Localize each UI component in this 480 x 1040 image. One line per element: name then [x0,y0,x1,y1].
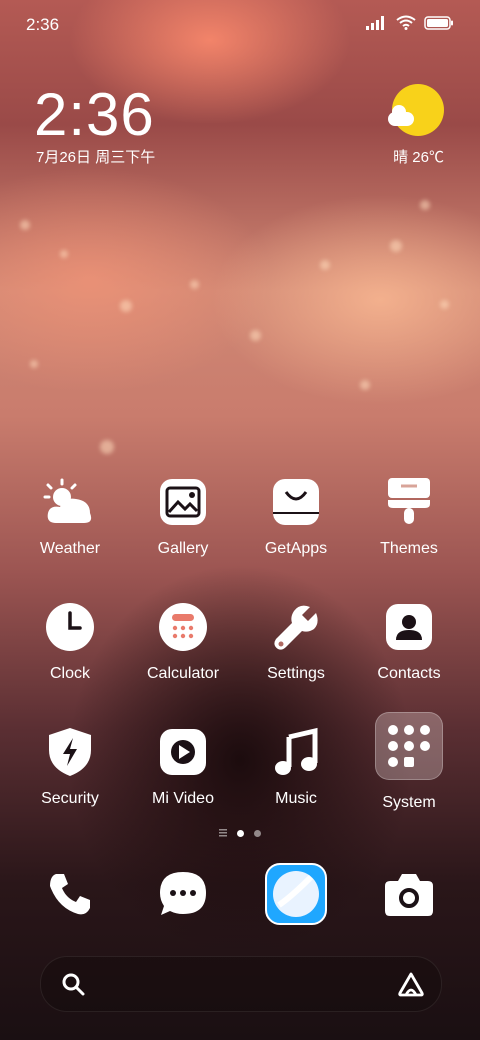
music-icon [264,720,328,784]
app-settings[interactable]: Settings [236,595,356,695]
bokeh-spark [190,280,199,289]
assistant-icon[interactable] [397,971,425,997]
dock-messages[interactable] [151,862,215,926]
app-themes[interactable]: Themes [349,470,469,570]
battery-icon [424,15,453,30]
dock-phone[interactable] [38,862,102,926]
app-label: Mi Video [152,790,214,807]
app-label: Calculator [146,665,220,682]
app-label: Gallery [157,540,209,557]
bokeh-spark [360,380,370,390]
search-bar[interactable] [40,956,442,1012]
app-label: Music [275,790,317,807]
bokeh-spark [390,240,402,252]
dock-browser[interactable] [264,862,328,926]
settings-icon [264,595,328,659]
system-folder-icon [375,712,443,780]
app-label: GetApps [264,540,328,557]
bokeh-spark [120,300,132,312]
app-label: Themes [380,540,438,557]
app-label: Security [41,790,99,807]
home-screen: 2:36 2:36 7月26日 周三下午 晴 26℃ Weather Galle… [0,0,480,1040]
status-bar: 2:36 [0,0,480,50]
app-music[interactable]: Music [236,720,356,820]
cloud-icon [388,105,414,126]
status-time: 2:36 [26,15,60,34]
search-icon[interactable] [61,972,85,996]
gallery-icon [151,470,215,534]
status-icons [366,15,454,30]
messages-icon [160,872,206,915]
clock-icon [38,595,102,659]
dock-camera[interactable] [377,862,441,926]
clock-widget-date: 7月26日 周三下午 [36,149,156,166]
bokeh-spark [100,440,114,454]
page-dot-active [237,829,244,837]
app-system-folder[interactable]: System [349,712,469,812]
weather-widget-text: 晴 26℃ [393,149,444,166]
bokeh-spark [320,260,330,270]
camera-icon [385,874,433,916]
app-gallery[interactable]: Gallery [123,470,243,570]
security-icon [38,720,102,784]
app-contacts[interactable]: Contacts [349,595,469,695]
calculator-icon [151,595,215,659]
bokeh-spark [440,300,449,309]
wifi-icon [396,15,416,30]
signal-icon [366,15,384,30]
phone-icon [50,874,90,915]
bokeh-spark [60,250,68,258]
bokeh-spark [20,220,30,230]
clock-widget-time[interactable]: 2:36 [34,80,155,149]
menu-lines-icon [219,829,227,837]
themes-icon [377,470,441,534]
app-label: System [382,794,436,811]
weather-icon [38,470,102,534]
weather-widget[interactable]: 晴 26℃ [364,82,444,172]
app-clock[interactable]: Clock [10,595,130,695]
browser-icon [265,863,327,925]
dock [0,862,480,926]
bokeh-spark [420,200,430,210]
app-weather[interactable]: Weather [10,470,130,570]
page-dot [254,829,261,837]
app-label: Weather [39,540,101,557]
bokeh-spark [30,360,38,368]
mi-video-icon [151,720,215,784]
app-calculator[interactable]: Calculator [123,595,243,695]
app-security[interactable]: Security [10,720,130,820]
contacts-icon [377,595,441,659]
app-label: Clock [49,665,90,682]
app-label: Settings [267,665,325,682]
app-label: Contacts [377,665,441,682]
bokeh-spark [250,330,261,341]
page-indicator[interactable] [0,829,480,837]
app-mi-video[interactable]: Mi Video [123,720,243,820]
getapps-icon [264,470,328,534]
app-getapps[interactable]: GetApps [236,470,356,570]
